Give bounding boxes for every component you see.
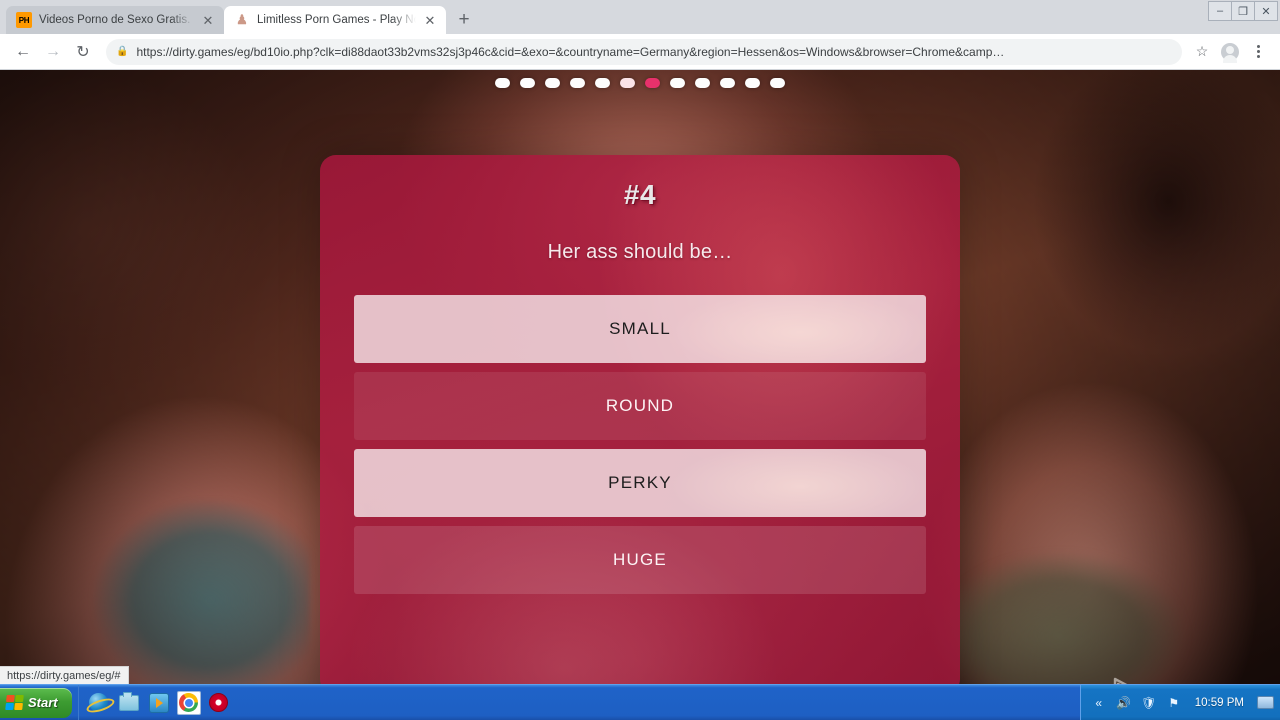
window-controls: – ❐ ✕ bbox=[1208, 1, 1278, 21]
taskbar: Start « 🔊 🛡 ⚑ 10:59 PM bbox=[0, 684, 1280, 720]
progress-dot bbox=[770, 78, 785, 88]
windows-flag-icon bbox=[5, 695, 24, 710]
new-tab-button[interactable]: + bbox=[450, 6, 478, 34]
url-text: https://dirty.games/eg/bd10io.php?clk=di… bbox=[136, 44, 1005, 59]
answer-label: SMALL bbox=[609, 319, 671, 338]
tab-pornhub[interactable]: PH Videos Porno de Sexo Gratis. Pelicula… bbox=[6, 6, 224, 34]
taskbar-file-explorer[interactable] bbox=[117, 691, 141, 715]
progress-dot bbox=[495, 78, 510, 88]
answer-option-huge[interactable]: HUGE bbox=[354, 526, 926, 594]
answer-option-small[interactable]: SMALL bbox=[354, 295, 926, 363]
start-label: Start bbox=[28, 695, 58, 710]
tab-close-button[interactable]: ✕ bbox=[422, 12, 438, 28]
restore-button[interactable]: ❐ bbox=[1231, 1, 1255, 21]
progress-dot bbox=[720, 78, 735, 88]
opera-icon bbox=[209, 693, 229, 712]
lock-icon: 🔒 bbox=[116, 46, 129, 57]
link-status-bar: https://dirty.games/eg/# bbox=[0, 666, 129, 684]
taskbar-media-player[interactable] bbox=[147, 691, 171, 715]
media-player-icon bbox=[148, 692, 169, 713]
clock[interactable]: 10:59 PM bbox=[1191, 697, 1248, 709]
tab-limitless-porn-games[interactable]: ♟ Limitless Porn Games - Play Now ✕ bbox=[224, 6, 446, 34]
progress-dot bbox=[520, 78, 535, 88]
pornhub-favicon: PH bbox=[16, 12, 32, 28]
show-hidden-icons-chevron-icon[interactable]: « bbox=[1091, 695, 1107, 711]
limitless-games-favicon: ♟ bbox=[236, 12, 248, 27]
answer-option-perky[interactable]: PERKY bbox=[354, 449, 926, 517]
question-number: #4 bbox=[623, 179, 657, 210]
tab-title: Videos Porno de Sexo Gratis. Pelicula bbox=[39, 14, 194, 26]
answer-list: SMALL ROUND PERKY HUGE bbox=[354, 295, 926, 594]
minimize-button[interactable]: – bbox=[1208, 1, 1232, 21]
kebab-menu-icon bbox=[1256, 45, 1260, 58]
avatar-icon bbox=[1221, 42, 1239, 63]
profile-avatar[interactable] bbox=[1216, 38, 1244, 66]
system-tray: « 🔊 🛡 ⚑ 10:59 PM bbox=[1079, 684, 1280, 720]
flag-icon[interactable]: ⚑ bbox=[1166, 695, 1182, 711]
forward-button[interactable]: → bbox=[38, 37, 68, 67]
taskbar-internet-explorer[interactable] bbox=[87, 691, 111, 715]
address-bar[interactable]: 🔒 https://dirty.games/eg/bd10io.php?clk=… bbox=[106, 38, 1182, 65]
quiz-progress-dots bbox=[0, 78, 1280, 88]
progress-dot bbox=[695, 78, 710, 88]
internet-explorer-icon bbox=[89, 693, 109, 712]
answer-label: ROUND bbox=[605, 396, 675, 415]
question-text: Her ass should be… bbox=[547, 241, 733, 263]
chrome-icon bbox=[179, 693, 199, 712]
tab-strip: PH Videos Porno de Sexo Gratis. Pelicula… bbox=[0, 0, 1280, 34]
answer-label: PERKY bbox=[608, 473, 672, 492]
progress-dot bbox=[595, 78, 610, 88]
quiz-modal: #4 Her ass should be… SMALL ROUND PERKY bbox=[320, 155, 960, 684]
file-explorer-icon bbox=[118, 691, 139, 711]
tab-title: Limitless Porn Games - Play Now bbox=[257, 14, 416, 26]
answer-label: HUGE bbox=[613, 550, 667, 569]
quick-launch-bar bbox=[77, 684, 239, 720]
progress-dot bbox=[620, 78, 635, 88]
volume-icon[interactable]: 🔊 bbox=[1116, 695, 1132, 711]
browser-toolbar: ← → ↻ 🔒 https://dirty.games/eg/bd10io.ph… bbox=[0, 34, 1280, 70]
reload-button[interactable]: ↻ bbox=[68, 37, 98, 67]
tab-close-button[interactable]: ✕ bbox=[200, 12, 216, 28]
start-button[interactable]: Start bbox=[0, 687, 72, 718]
back-button[interactable]: ← bbox=[8, 37, 38, 67]
progress-dot bbox=[570, 78, 585, 88]
screen: PH Videos Porno de Sexo Gratis. Pelicula… bbox=[0, 0, 1280, 720]
bookmark-star-icon[interactable]: ☆ bbox=[1188, 38, 1216, 66]
display-icon[interactable] bbox=[1257, 696, 1274, 709]
progress-dot bbox=[545, 78, 560, 88]
progress-dot bbox=[670, 78, 685, 88]
browser-window: PH Videos Porno de Sexo Gratis. Pelicula… bbox=[0, 0, 1280, 684]
security-shield-icon[interactable]: 🛡 bbox=[1141, 695, 1157, 711]
chrome-menu-button[interactable] bbox=[1244, 38, 1272, 66]
answer-option-round[interactable]: ROUND bbox=[354, 372, 926, 440]
progress-dot bbox=[745, 78, 760, 88]
taskbar-chrome[interactable] bbox=[176, 690, 201, 715]
progress-dot-active bbox=[645, 78, 660, 88]
taskbar-opera[interactable] bbox=[207, 691, 231, 715]
close-button[interactable]: ✕ bbox=[1254, 1, 1278, 21]
page-viewport: #4 Her ass should be… SMALL ROUND PERKY bbox=[0, 70, 1280, 684]
